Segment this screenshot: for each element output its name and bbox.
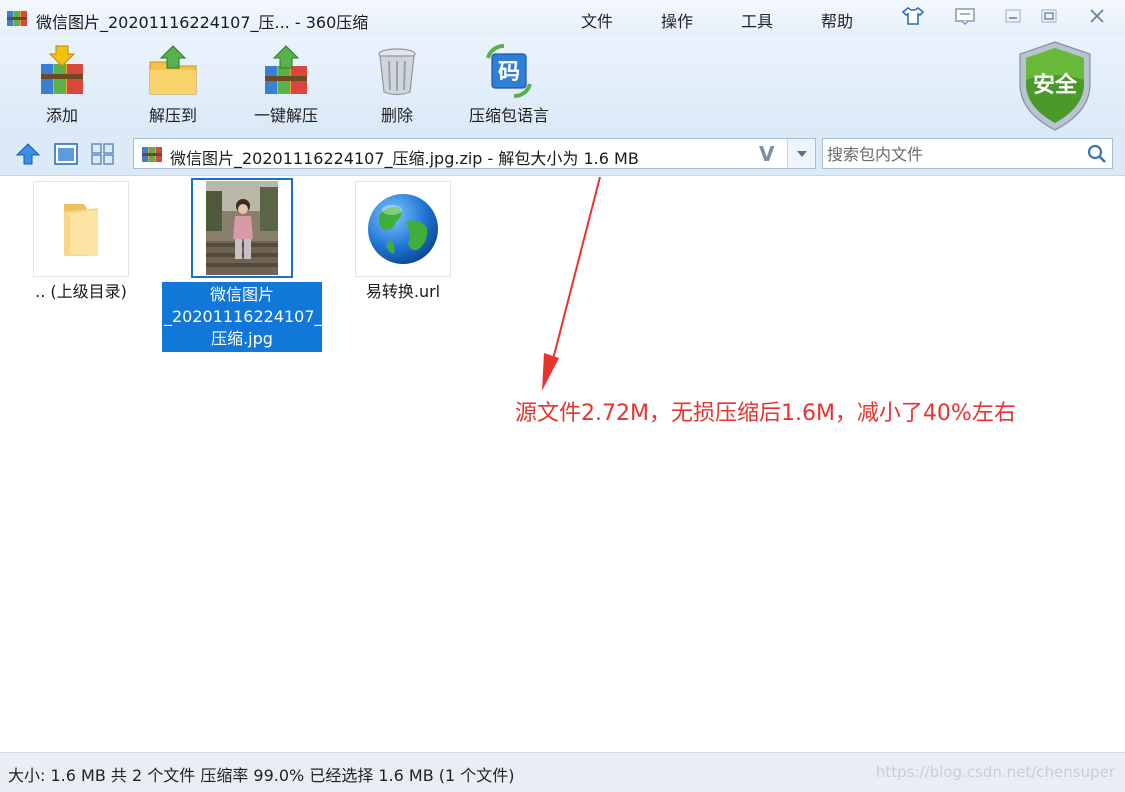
one-click-extract-icon	[265, 45, 307, 94]
file-item-url[interactable]: 易转换.url	[352, 181, 454, 303]
menu-file[interactable]: 文件	[581, 8, 613, 32]
annotation-text: 源文件2.72M，无损压缩后1.6M，减小了40%左右	[515, 401, 1016, 426]
v-mark-icon[interactable]: V	[759, 142, 774, 166]
folder-icon	[64, 204, 98, 256]
one-click-extract-label: 一键解压	[253, 106, 318, 125]
minimize-button[interactable]	[999, 4, 1027, 28]
close-button[interactable]	[1083, 4, 1111, 28]
title-bar: 微信图片_20201116224107_压... - 360压缩 文件 操作 工…	[0, 0, 1125, 36]
file-label: .. (上级目录)	[35, 282, 127, 301]
menu-operation[interactable]: 操作	[661, 8, 693, 32]
security-badge-text: 安全	[1033, 72, 1078, 98]
file-label: 易转换.url	[365, 282, 441, 301]
add-archive-icon	[41, 45, 83, 94]
file-label-line: 微信图片	[209, 285, 274, 304]
window-title: 微信图片_20201116224107_压... - 360压缩	[36, 13, 369, 32]
address-path: 微信图片_20201116224107_压缩.jpg.zip - 解包大小为 1…	[170, 149, 639, 168]
maximize-icon	[1041, 9, 1057, 23]
toolbar: 添加 解压到 一键解压 删除 码 压缩包语言 安全	[0, 36, 1125, 132]
zip-file-icon	[142, 147, 162, 162]
menu-help[interactable]: 帮助	[821, 8, 853, 32]
add-button[interactable]: 添加	[12, 44, 112, 130]
delete-label: 删除	[380, 106, 413, 125]
minimize-icon	[1005, 9, 1021, 23]
delete-button[interactable]: 删除	[347, 44, 447, 130]
security-shield-icon[interactable]: 安全	[1014, 40, 1096, 132]
search-box	[822, 138, 1113, 169]
address-row: 微信图片_20201116224107_压缩.jpg.zip - 解包大小为 1…	[0, 132, 1125, 176]
status-text: 大小: 1.6 MB 共 2 个文件 压缩率 99.0% 已经选择 1.6 MB…	[8, 766, 515, 785]
file-label-line: _20201116224107_	[164, 307, 323, 326]
add-label: 添加	[45, 106, 78, 125]
address-bar[interactable]: 微信图片_20201116224107_压缩.jpg.zip - 解包大小为 1…	[133, 138, 816, 169]
search-icon	[1087, 144, 1106, 163]
file-label-line: 压缩.jpg	[211, 329, 273, 348]
globe-icon	[368, 194, 438, 264]
maximize-button[interactable]	[1035, 4, 1063, 28]
close-icon	[1090, 9, 1104, 23]
address-dropdown-button[interactable]	[787, 139, 815, 168]
arrow-up-icon	[15, 143, 41, 165]
up-level-button[interactable]	[15, 142, 41, 166]
watermark-text: https://blog.csdn.net/chensuper	[875, 763, 1115, 781]
archive-app-icon	[7, 11, 27, 26]
file-list-area[interactable]: .. (上级目录) 微信图片 _20201116224107_ 压缩.jpg 易…	[0, 177, 1125, 752]
file-thumb	[355, 181, 451, 277]
view-details-button[interactable]	[53, 142, 79, 166]
view-thumbnails-button[interactable]	[90, 142, 116, 166]
menu-tools[interactable]: 工具	[741, 8, 773, 32]
photo-thumbnail	[206, 181, 278, 275]
feedback-button[interactable]	[951, 4, 979, 28]
one-click-extract-button[interactable]: 一键解压	[236, 44, 336, 130]
file-thumb	[33, 181, 129, 277]
annotation-arrow-icon	[542, 177, 601, 391]
archive-language-label: 压缩包语言	[468, 106, 549, 125]
file-item-parent-folder[interactable]: .. (上级目录)	[30, 181, 132, 303]
status-bar: 大小: 1.6 MB 共 2 个文件 压缩率 99.0% 已经选择 1.6 MB…	[0, 752, 1125, 792]
chevron-down-icon	[796, 150, 807, 157]
search-input[interactable]	[827, 143, 1077, 165]
file-item-photo[interactable]: 微信图片 _20201116224107_ 压缩.jpg	[162, 178, 323, 352]
language-code-icon: 码	[486, 44, 532, 98]
skin-button[interactable]	[899, 4, 927, 28]
extract-to-label: 解压到	[148, 106, 197, 125]
svg-text:码: 码	[498, 60, 520, 85]
tshirt-icon	[901, 7, 925, 25]
archive-language-button[interactable]: 码 压缩包语言	[459, 44, 559, 130]
file-label: 微信图片 _20201116224107_ 压缩.jpg	[162, 282, 323, 352]
extract-to-icon	[149, 45, 197, 95]
grid-view-icon	[91, 143, 114, 165]
search-button[interactable]	[1084, 141, 1110, 167]
message-icon	[955, 8, 975, 25]
trash-icon	[378, 48, 416, 96]
file-thumb	[191, 178, 293, 278]
extract-to-button[interactable]: 解压到	[123, 44, 223, 130]
window-view-icon	[54, 143, 78, 165]
